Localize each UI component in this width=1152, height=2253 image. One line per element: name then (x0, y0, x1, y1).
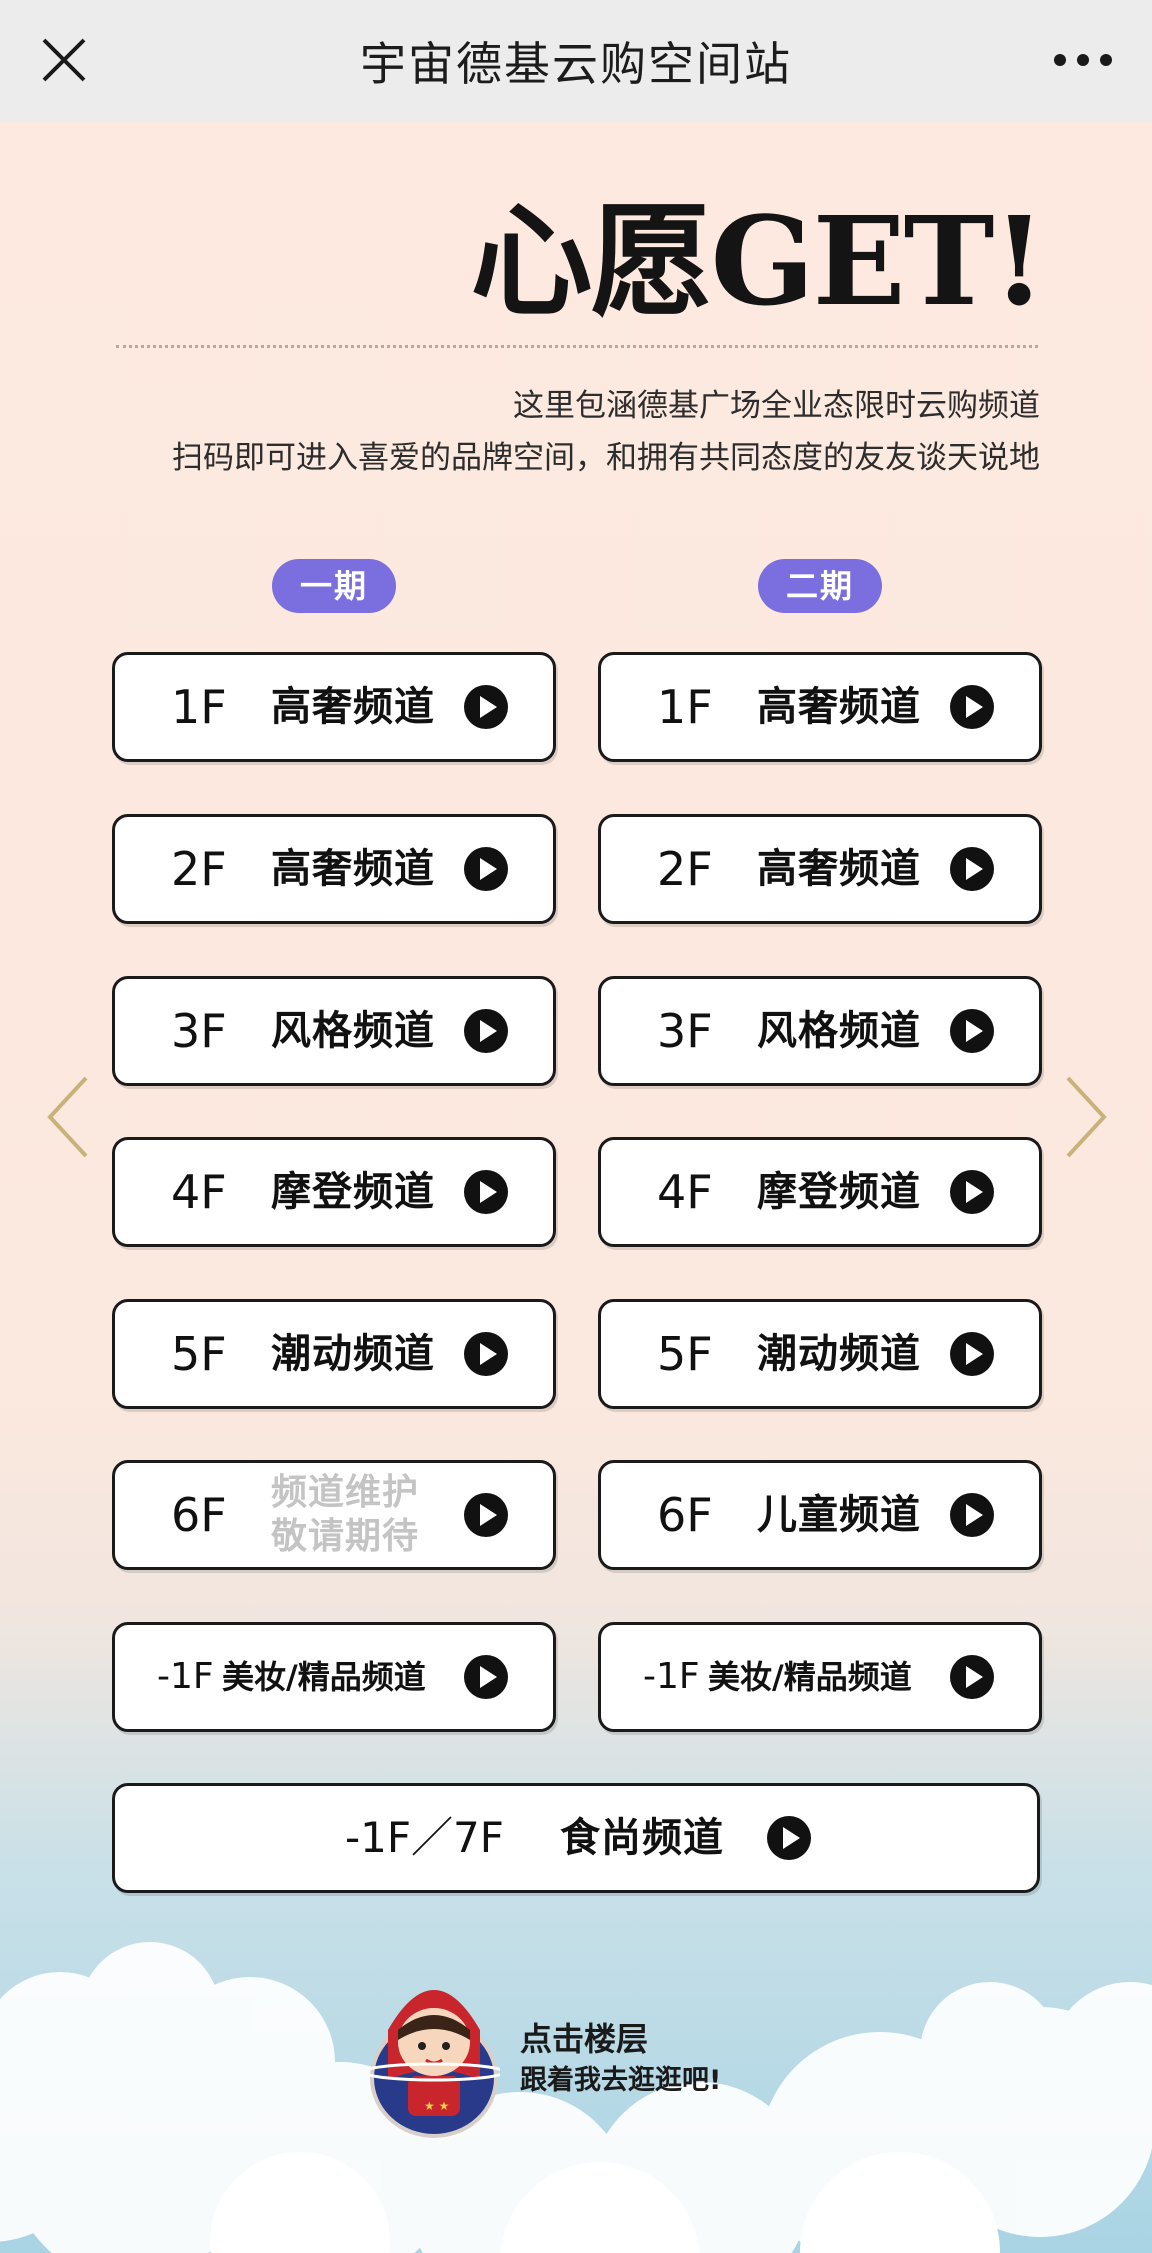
channel-label: 美妆/精品频道 (222, 1658, 426, 1696)
play-circle-icon (464, 847, 508, 891)
play-circle-icon (767, 1816, 811, 1860)
chevron-right-icon[interactable] (1060, 1072, 1110, 1162)
floor-label: 5F (657, 1327, 713, 1381)
play-circle-icon (464, 685, 508, 729)
channel-label: 高奢频道 (757, 846, 921, 892)
phase2-channel-3f[interactable]: 3F 风格频道 (598, 976, 1042, 1086)
floor-label: -1F (643, 1656, 700, 1697)
main-content: 心愿GET! 这里包涵德基广场全业态限时云购频道 扫码即可进入喜爱的品牌空间，和… (0, 122, 1152, 2253)
play-circle-icon (464, 1493, 508, 1537)
phase1-channel-5f[interactable]: 5F 潮动频道 (112, 1299, 556, 1409)
floor-label: -1F (157, 1656, 214, 1697)
floor-label: 3F (171, 1004, 227, 1058)
phase-1-badge: 一期 (272, 559, 396, 613)
channel-label: 潮动频道 (757, 1331, 921, 1377)
phase2-channel-4f[interactable]: 4F 摩登频道 (598, 1137, 1042, 1247)
phase1-channel-4f[interactable]: 4F 摩登频道 (112, 1137, 556, 1247)
channel-label: 食尚频道 (560, 1815, 724, 1861)
floor-label: -1F／7F (345, 1813, 504, 1862)
channel-label: 高奢频道 (757, 684, 921, 730)
channel-label: 潮动频道 (271, 1331, 435, 1377)
play-circle-icon (950, 847, 994, 891)
phase2-channel-1f[interactable]: 1F 高奢频道 (598, 652, 1042, 762)
play-circle-icon (464, 1332, 508, 1376)
description-line-1: 这里包涵德基广场全业态限时云购频道 (513, 388, 1040, 424)
phase1-channel-3f[interactable]: 3F 风格频道 (112, 976, 556, 1086)
phase1-channel-2f[interactable]: 2F 高奢频道 (112, 814, 556, 924)
channel-label: 高奢频道 (271, 684, 435, 730)
play-circle-icon (464, 1009, 508, 1053)
phase2-channel-6f[interactable]: 6F 儿童频道 (598, 1460, 1042, 1570)
tagline-line-1: 点击楼层 (520, 2020, 649, 2058)
floor-label: 1F (657, 680, 713, 734)
floor-label: 6F (171, 1488, 227, 1542)
floor-label: 5F (171, 1327, 227, 1381)
phase2-channel-b1[interactable]: -1F 美妆/精品频道 (598, 1622, 1042, 1732)
phase-2-badge: 二期 (758, 559, 882, 613)
floor-label: 2F (171, 842, 227, 896)
floor-label: 2F (657, 842, 713, 896)
floor-label: 4F (657, 1165, 713, 1219)
footer-tagline: 点击楼层 跟着我去逛逛吧! (520, 2017, 721, 2101)
play-circle-icon (950, 1009, 994, 1053)
floor-label: 1F (171, 680, 227, 734)
maintenance-notice: 频道维护 敬请期待 (271, 1471, 419, 1559)
floor-label: 6F (657, 1488, 713, 1542)
play-circle-icon (950, 1332, 994, 1376)
maintenance-line-1: 频道维护 (271, 1472, 420, 1513)
play-circle-icon (950, 1170, 994, 1214)
play-circle-icon (464, 1655, 508, 1699)
more-dots-icon[interactable] (1048, 30, 1118, 90)
top-bar: 宇宙德基云购空间站 (0, 0, 1152, 122)
play-circle-icon (950, 1493, 994, 1537)
channel-label: 儿童频道 (757, 1492, 921, 1538)
dotted-divider (116, 345, 1038, 348)
floor-label: 3F (657, 1004, 713, 1058)
channel-label: 风格频道 (271, 1008, 435, 1054)
channel-label: 美妆/精品频道 (708, 1658, 912, 1696)
play-circle-icon (950, 1655, 994, 1699)
maintenance-line-2: 敬请期待 (271, 1516, 420, 1557)
food-channel-button[interactable]: -1F／7F 食尚频道 (112, 1783, 1040, 1893)
channel-label: 摩登频道 (757, 1169, 921, 1215)
phase1-channel-1f[interactable]: 1F 高奢频道 (112, 652, 556, 762)
phase1-channel-b1[interactable]: -1F 美妆/精品频道 (112, 1622, 556, 1732)
close-icon[interactable] (34, 30, 94, 90)
svg-text:★ ★: ★ ★ (424, 2099, 449, 2113)
floor-label: 4F (171, 1165, 227, 1219)
phase2-channel-5f[interactable]: 5F 潮动频道 (598, 1299, 1042, 1409)
mascot-illustration: ★ ★ (368, 1990, 500, 2138)
channel-label: 高奢频道 (271, 846, 435, 892)
play-circle-icon (464, 1170, 508, 1214)
chevron-left-icon[interactable] (44, 1072, 94, 1162)
play-circle-icon (950, 685, 994, 729)
description-line-2: 扫码即可进入喜爱的品牌空间，和拥有共同态度的友友谈天说地 (172, 440, 1040, 476)
tagline-line-2: 跟着我去逛逛吧! (520, 2065, 722, 2096)
phase2-channel-2f[interactable]: 2F 高奢频道 (598, 814, 1042, 924)
channel-label: 摩登频道 (271, 1169, 435, 1215)
description: 这里包涵德基广场全业态限时云购频道 扫码即可进入喜爱的品牌空间，和拥有共同态度的… (172, 380, 1040, 484)
hero-headline: 心愿GET! (470, 189, 1046, 333)
page-title: 宇宙德基云购空间站 (360, 37, 792, 91)
phase1-channel-6f[interactable]: 6F 频道维护 敬请期待 (112, 1460, 556, 1570)
channel-label: 风格频道 (757, 1008, 921, 1054)
